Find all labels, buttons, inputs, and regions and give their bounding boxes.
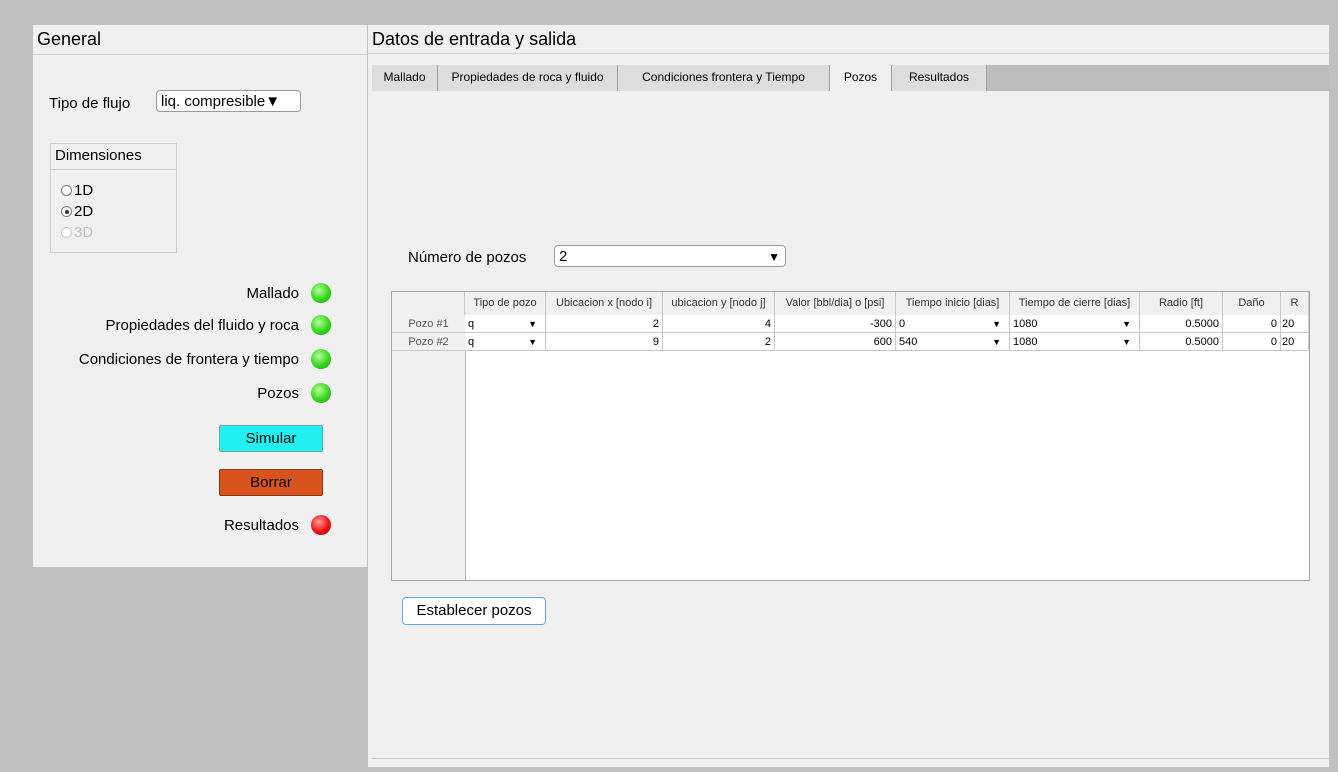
cell-valor[interactable]: 600: [775, 333, 896, 351]
general-panel-header: General: [33, 25, 367, 55]
dropdown-arrow-icon: ▼: [768, 250, 780, 264]
radio-2d-icon: [61, 206, 72, 217]
tab-condiciones[interactable]: Condiciones frontera y Tiempo: [618, 65, 830, 91]
radio-1d-icon: [61, 185, 72, 196]
col-header-valor: Valor [bbl/dia] o [psi]: [775, 292, 896, 315]
cell-dano[interactable]: 0: [1223, 333, 1281, 351]
dropdown-arrow-icon: ▼: [992, 337, 1001, 347]
cell-cierre[interactable]: 1080 ▼: [1010, 333, 1140, 351]
status-pozos: Pozos: [257, 383, 331, 403]
status-mallado-led-icon: [311, 283, 331, 303]
col-header-extra: R: [1281, 292, 1309, 315]
radio-3d: 3D: [61, 224, 93, 241]
radio-1d-label: 1D: [74, 182, 94, 199]
num-pozos-label: Número de pozos: [408, 249, 527, 266]
cell-x[interactable]: 2: [546, 315, 663, 333]
col-header-x: Ubicacion x [nodo i]: [546, 292, 663, 315]
table-row: Pozo #2 q ▼ 9 2 600 540 ▼ 1080 ▼ 0.5000 0 2…: [392, 333, 1309, 351]
status-resultados: Resultados: [224, 515, 331, 535]
col-header-dano: Daño: [1223, 292, 1281, 315]
row-header: Pozo #1: [392, 315, 465, 333]
dropdown-arrow-icon: ▼: [1122, 337, 1131, 347]
status-resultados-led-icon: [311, 515, 331, 535]
flow-type-label: Tipo de flujo: [49, 95, 131, 112]
col-header-cierre: Tiempo de cierre [dias]: [1010, 292, 1140, 315]
general-panel: General Tipo de flujo liq. compresible▼ …: [33, 25, 367, 567]
cell-x[interactable]: 9: [546, 333, 663, 351]
status-condiciones-led-icon: [311, 349, 331, 369]
status-propiedades-led-icon: [311, 315, 331, 335]
main-panel-header: Datos de entrada y salida: [368, 25, 1329, 54]
radio-1d[interactable]: 1D: [61, 182, 93, 199]
row-header: Pozo #2: [392, 333, 465, 351]
main-panel-title: Datos de entrada y salida: [372, 29, 577, 49]
dropdown-arrow-icon: ▼: [992, 319, 1001, 329]
status-pozos-led-icon: [311, 383, 331, 403]
cell-tipo[interactable]: q ▼: [465, 333, 546, 351]
col-header-y: ubicacion y [nodo j]: [663, 292, 775, 315]
dropdown-arrow-icon: ▼: [1122, 319, 1131, 329]
establecer-pozos-button[interactable]: Establecer pozos: [402, 597, 546, 625]
cell-extra[interactable]: 20: [1281, 333, 1309, 351]
radio-2d-label: 2D: [74, 203, 94, 220]
cell-valor[interactable]: -300: [775, 315, 896, 333]
radio-2d[interactable]: 2D: [61, 203, 93, 220]
radio-3d-label: 3D: [74, 224, 94, 241]
status-propiedades: Propiedades del fluido y roca: [106, 315, 331, 335]
main-panel: Datos de entrada y salida Mallado Propie…: [368, 25, 1329, 767]
tab-mallado[interactable]: Mallado: [372, 65, 438, 91]
simular-button[interactable]: Simular: [219, 425, 323, 452]
col-header-inicio: Tiempo inicio [dias]: [896, 292, 1010, 315]
col-header-radio: Radio [ft]: [1140, 292, 1223, 315]
cell-tipo[interactable]: q ▼: [465, 315, 546, 333]
cell-y[interactable]: 2: [663, 333, 775, 351]
borrar-button[interactable]: Borrar: [219, 469, 323, 496]
tab-bar: Mallado Propiedades de roca y fluido Con…: [372, 65, 1329, 91]
dropdown-arrow-icon: ▼: [528, 337, 537, 347]
table-row: Pozo #1 q ▼ 2 4 -300 0 ▼ 1080 ▼ 0.5000 0 20: [392, 315, 1309, 333]
tab-propiedades[interactable]: Propiedades de roca y fluido: [438, 65, 618, 91]
dropdown-arrow-icon: ▼: [265, 93, 281, 110]
radio-3d-icon: [61, 227, 72, 238]
table-header: Tipo de pozo Ubicacion x [nodo i] ubicac…: [392, 292, 1309, 316]
num-pozos-value: 2: [559, 248, 568, 265]
status-condiciones: Condiciones de frontera y tiempo: [79, 349, 331, 369]
corner-cell: [392, 292, 465, 315]
general-panel-title: General: [37, 29, 102, 49]
col-header-tipo: Tipo de pozo: [465, 292, 546, 315]
cell-cierre[interactable]: 1080 ▼: [1010, 315, 1140, 333]
cell-radio[interactable]: 0.5000: [1140, 333, 1223, 351]
status-mallado: Mallado: [246, 283, 331, 303]
status-condiciones-label: Condiciones de frontera y tiempo: [78, 350, 299, 368]
flow-type-select[interactable]: liq. compresible▼: [156, 90, 301, 112]
status-mallado-label: Mallado: [246, 284, 299, 302]
cell-y[interactable]: 4: [663, 315, 775, 333]
dimensions-group: Dimensiones 1D 2D 3D: [50, 143, 177, 253]
tab-content: Número de pozos 2 ▼ Tipo de pozo Ubicaci…: [372, 91, 1329, 759]
dimensions-header: Dimensiones: [51, 144, 176, 170]
flow-type-value: liq. compresible: [161, 93, 266, 110]
tab-resultados[interactable]: Resultados: [892, 65, 987, 91]
status-propiedades-label: Propiedades del fluido y roca: [105, 316, 299, 334]
num-pozos-select[interactable]: 2 ▼: [554, 245, 786, 267]
status-resultados-label: Resultados: [223, 516, 299, 534]
dropdown-arrow-icon: ▼: [528, 319, 537, 329]
status-pozos-label: Pozos: [257, 384, 299, 402]
cell-inicio[interactable]: 0 ▼: [896, 315, 1010, 333]
cell-extra[interactable]: 20: [1281, 315, 1309, 333]
tab-pozos[interactable]: Pozos: [830, 65, 892, 91]
pozos-table[interactable]: Tipo de pozo Ubicacion x [nodo i] ubicac…: [391, 291, 1310, 581]
dimensions-title: Dimensiones: [55, 147, 142, 164]
cell-dano[interactable]: 0: [1223, 315, 1281, 333]
cell-inicio[interactable]: 540 ▼: [896, 333, 1010, 351]
cell-radio[interactable]: 0.5000: [1140, 315, 1223, 333]
